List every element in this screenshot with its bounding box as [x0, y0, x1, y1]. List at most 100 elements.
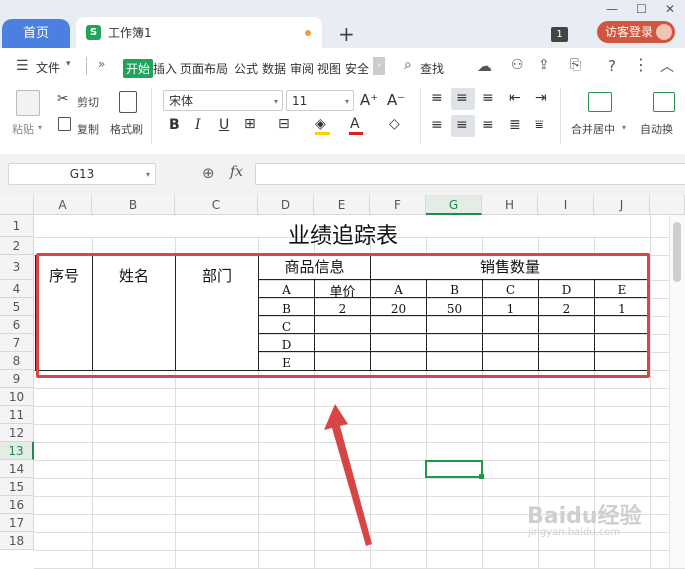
font-size-select[interactable]: 11 ▾: [286, 90, 354, 111]
history-icon[interactable]: ⎘: [570, 57, 581, 73]
row-header-2[interactable]: 2: [0, 237, 34, 255]
row-header-8[interactable]: 8: [0, 352, 34, 370]
justify-icon[interactable]: ≣: [509, 117, 521, 133]
new-tab-button[interactable]: +: [338, 22, 355, 46]
hamburger-icon[interactable]: ☰: [16, 58, 29, 74]
menu-data[interactable]: 数据: [262, 60, 286, 77]
row-header-1[interactable]: 1: [0, 215, 34, 237]
distribute-icon[interactable]: ⩸: [535, 117, 544, 133]
fill-handle[interactable]: [479, 474, 484, 479]
bold-icon[interactable]: B: [169, 117, 180, 133]
window-count-badge[interactable]: 1: [551, 27, 568, 42]
row-header-4[interactable]: 4: [0, 280, 34, 298]
select-all-corner[interactable]: [0, 195, 34, 215]
wrap-text-button[interactable]: 自动换: [640, 121, 685, 137]
column-header-b[interactable]: B: [92, 195, 175, 215]
menu-home[interactable]: 开始: [123, 59, 154, 78]
align-middle-icon[interactable]: ≡: [456, 90, 468, 106]
font-color-icon[interactable]: A: [350, 116, 360, 132]
align-right-icon[interactable]: ≡: [482, 117, 494, 133]
more-tabs-icon[interactable]: ›: [373, 57, 385, 75]
column-header-k[interactable]: [650, 195, 685, 215]
row-header-12[interactable]: 12: [0, 424, 34, 442]
copy-button[interactable]: 复制: [77, 121, 99, 137]
column-header-f[interactable]: F: [370, 195, 426, 215]
align-center-icon[interactable]: ≡: [456, 117, 468, 133]
chevron-down-icon[interactable]: ▾: [622, 123, 626, 132]
menu-insert[interactable]: 插入: [153, 60, 177, 77]
zoom-icon[interactable]: ⊕: [202, 164, 215, 182]
share-user-icon[interactable]: ⚇: [511, 57, 524, 73]
expand-icon[interactable]: »: [98, 57, 105, 71]
clear-icon[interactable]: ◇: [389, 116, 400, 132]
search-icon[interactable]: ⌕: [404, 57, 412, 73]
align-bottom-icon[interactable]: ≡: [482, 90, 494, 106]
collapse-ribbon-icon[interactable]: ︿: [660, 56, 674, 76]
increase-font-icon[interactable]: A⁺: [360, 91, 378, 109]
underline-icon[interactable]: U: [219, 117, 229, 133]
row-header-3[interactable]: 3: [0, 255, 34, 280]
row-header-16[interactable]: 16: [0, 496, 34, 514]
copy-icon[interactable]: [58, 117, 71, 131]
cut-button[interactable]: 剪切: [77, 94, 99, 110]
row-header-15[interactable]: 15: [0, 478, 34, 496]
scrollbar-thumb[interactable]: [673, 222, 681, 282]
row-header-5[interactable]: 5: [0, 298, 34, 316]
column-header-d[interactable]: D: [258, 195, 314, 215]
menu-search[interactable]: 查找: [420, 60, 444, 77]
tab-workbook[interactable]: S 工作簿1: [76, 17, 322, 48]
italic-icon[interactable]: I: [195, 117, 201, 133]
merge-center-icon[interactable]: [588, 92, 612, 112]
maximize-icon[interactable]: ☐: [636, 2, 647, 16]
column-header-i[interactable]: I: [538, 195, 594, 215]
indent-increase-icon[interactable]: ⇥: [535, 90, 547, 106]
login-button[interactable]: 访客登录: [597, 21, 675, 43]
column-header-g[interactable]: G: [426, 195, 482, 215]
border-icon[interactable]: ⊞: [244, 116, 256, 132]
chevron-down-icon[interactable]: ▾: [66, 59, 71, 69]
row-header-7[interactable]: 7: [0, 334, 34, 352]
row-header-6[interactable]: 6: [0, 316, 34, 334]
row-header-14[interactable]: 14: [0, 460, 34, 478]
menu-file[interactable]: 文件: [36, 59, 60, 76]
format-painter-icon[interactable]: [119, 91, 137, 113]
column-header-j[interactable]: J: [594, 195, 650, 215]
name-box[interactable]: G13: [8, 163, 156, 185]
column-header-e[interactable]: E: [314, 195, 370, 215]
column-header-c[interactable]: C: [175, 195, 258, 215]
merge-center-button[interactable]: 合并居中: [571, 121, 615, 137]
align-top-icon[interactable]: ≡: [431, 90, 443, 106]
row-header-11[interactable]: 11: [0, 406, 34, 424]
row-header-13[interactable]: 13: [0, 442, 34, 460]
row-header-10[interactable]: 10: [0, 388, 34, 406]
row-header-9[interactable]: 9: [0, 370, 34, 388]
fill-color-icon[interactable]: ◈: [315, 116, 326, 132]
fill-style-icon[interactable]: ⊟: [278, 116, 290, 132]
menu-security[interactable]: 安全: [345, 60, 369, 77]
column-header-a[interactable]: A: [34, 195, 92, 215]
row-header-18[interactable]: 18: [0, 532, 34, 550]
chevron-down-icon[interactable]: ▾: [146, 170, 150, 179]
scissors-icon[interactable]: ✂: [57, 91, 69, 107]
export-icon[interactable]: ⇪: [538, 57, 550, 73]
tab-home[interactable]: 首页: [2, 19, 70, 48]
more-icon[interactable]: ⋮: [633, 55, 649, 74]
fx-icon[interactable]: fx: [230, 164, 243, 180]
paste-button[interactable]: 粘贴: [12, 121, 34, 137]
sheet-title[interactable]: 业绩追踪表: [260, 218, 426, 250]
wrap-text-icon[interactable]: [653, 92, 675, 112]
format-painter-button[interactable]: 格式刷: [110, 121, 143, 137]
menu-view[interactable]: 视图: [317, 60, 341, 77]
align-left-icon[interactable]: ≡: [431, 117, 443, 133]
chevron-down-icon[interactable]: ▾: [38, 123, 42, 132]
help-icon[interactable]: ?: [608, 57, 616, 75]
decrease-font-icon[interactable]: A⁻: [387, 91, 405, 109]
indent-decrease-icon[interactable]: ⇤: [509, 90, 521, 106]
paste-icon[interactable]: [16, 90, 40, 116]
menu-page-layout[interactable]: 页面布局: [180, 60, 228, 77]
menu-formula[interactable]: 公式: [234, 60, 258, 77]
column-header-h[interactable]: H: [482, 195, 538, 215]
minimize-icon[interactable]: —: [606, 2, 618, 16]
cloud-icon[interactable]: ☁: [477, 57, 492, 75]
font-name-select[interactable]: 宋体 ▾: [163, 90, 283, 111]
